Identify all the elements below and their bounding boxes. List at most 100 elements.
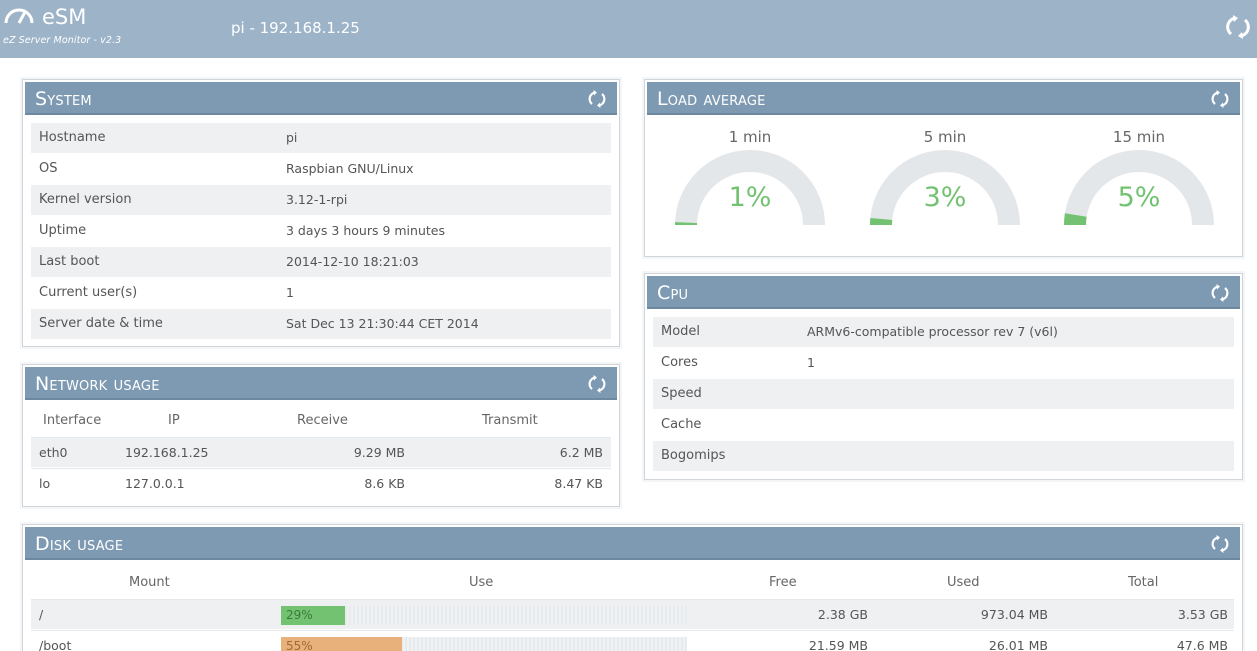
load-panel: Load average 1 min 1% 5 min 3% 15 min 5%: [644, 79, 1243, 257]
network-panel: Network usage Interface IP Receive Trans…: [22, 364, 620, 507]
col-use: Use: [469, 575, 494, 590]
usage-percent: 55%: [286, 639, 313, 651]
table-row: Server date & time Sat Dec 13 21:30:44 CE…: [31, 309, 611, 339]
table-row: Bogomips: [653, 441, 1234, 471]
cpu-panel: Cpu Model ARMv6-compatible processor rev …: [644, 273, 1243, 480]
refresh-icon[interactable]: [587, 89, 607, 109]
table-row: Current user(s) 1: [31, 278, 611, 308]
row-label: Model: [661, 324, 701, 339]
table-row: Kernel version 3.12-1-rpi: [31, 185, 611, 215]
total-cell: 3.53 GB: [1177, 607, 1228, 622]
refresh-icon[interactable]: [1210, 89, 1230, 109]
row-label: Last boot: [39, 254, 100, 269]
row-value: Raspbian GNU/Linux: [286, 161, 414, 176]
row-label: Cache: [661, 417, 702, 432]
table-row: Cache: [653, 410, 1234, 440]
usage-bar: 29%: [281, 606, 687, 625]
receive-cell: 9.29 MB: [353, 445, 405, 460]
refresh-icon[interactable]: [1210, 534, 1230, 554]
mount-cell: /boot: [39, 638, 72, 651]
used-cell: 973.04 MB: [980, 607, 1048, 622]
row-label: Cores: [661, 355, 698, 370]
free-cell: 21.59 MB: [808, 638, 868, 651]
cpu-title: Cpu: [657, 282, 689, 304]
network-header: Network usage: [25, 367, 617, 400]
load-gauge: 1 min 1%: [670, 118, 830, 238]
app-name: eSM: [42, 5, 87, 29]
table-row: Speed: [653, 379, 1234, 409]
host-title: pi - 192.168.1.25: [231, 19, 360, 37]
row-label: Speed: [661, 386, 702, 401]
table-row: /boot 55% 21.59 MB 26.01 MB 47.6 MB: [31, 630, 1234, 651]
ip-cell: 127.0.0.1: [125, 476, 185, 491]
network-title: Network usage: [35, 373, 160, 395]
load-gauge: 15 min 5%: [1059, 118, 1219, 238]
transmit-cell: 6.2 MB: [559, 445, 603, 460]
free-cell: 2.38 GB: [817, 607, 868, 622]
usage-bar: 55%: [281, 637, 687, 651]
transmit-cell: 8.47 KB: [554, 476, 603, 491]
receive-cell: 8.6 KB: [364, 476, 405, 491]
refresh-icon[interactable]: [1210, 283, 1230, 303]
gauge-value: 3%: [923, 182, 967, 213]
disk-header-row: Mount Use Free Used Total: [31, 568, 1234, 598]
col-receive: Receive: [297, 413, 348, 428]
disk-panel: Disk usage Mount Use Free Used Total / 29…: [22, 524, 1243, 651]
col-interface: Interface: [43, 413, 102, 428]
refresh-icon[interactable]: [587, 374, 607, 394]
app-subtitle: eZ Server Monitor - v2.3: [3, 35, 122, 46]
row-value: 3.12-1-rpi: [286, 192, 348, 207]
gauge-label: 5 min: [923, 128, 967, 146]
network-header-row: Interface IP Receive Transmit: [31, 406, 611, 436]
gauge-label: 15 min: [1112, 128, 1166, 146]
table-row: Last boot 2014-12-10 18:21:03: [31, 247, 611, 277]
row-value: pi: [286, 130, 298, 145]
col-used: Used: [947, 575, 980, 590]
table-row: Hostname pi: [31, 123, 611, 153]
row-value: Sat Dec 13 21:30:44 CET 2014: [286, 316, 479, 331]
row-label: Kernel version: [39, 192, 132, 207]
table-row: lo 127.0.0.1 8.6 KB 8.47 KB: [31, 468, 611, 498]
table-row: Uptime 3 days 3 hours 9 minutes: [31, 216, 611, 246]
gauge-value: 1%: [728, 182, 772, 213]
row-label: Hostname: [39, 130, 106, 145]
row-value: 1: [286, 285, 294, 300]
row-value: 3 days 3 hours 9 minutes: [286, 223, 445, 238]
system-title: System: [35, 88, 92, 110]
table-row: Model ARMv6-compatible processor rev 7 (v…: [653, 317, 1234, 347]
system-panel: System Hostname pi OS Raspbian GNU/Linux Ker…: [22, 79, 620, 347]
speedometer-icon: [4, 8, 34, 24]
reload-all-icon[interactable]: [1224, 13, 1252, 41]
table-row: eth0 192.168.1.25 9.29 MB 6.2 MB: [31, 437, 611, 467]
row-label: Uptime: [39, 223, 87, 238]
cpu-header: Cpu: [647, 276, 1240, 309]
load-gauge: 5 min 3%: [865, 118, 1025, 238]
gauge-fill: [1064, 213, 1087, 226]
col-total: Total: [1128, 575, 1159, 590]
interface-cell: lo: [39, 476, 51, 491]
table-row: OS Raspbian GNU/Linux: [31, 154, 611, 184]
ip-cell: 192.168.1.25: [125, 445, 209, 460]
row-value: 1: [807, 355, 815, 370]
system-header: System: [25, 82, 617, 115]
col-free: Free: [769, 575, 797, 590]
disk-header: Disk usage: [25, 527, 1240, 560]
col-ip: IP: [168, 413, 180, 428]
usage-percent: 29%: [286, 608, 313, 622]
row-label: Bogomips: [661, 448, 726, 463]
row-label: Server date & time: [39, 316, 163, 331]
interface-cell: eth0: [39, 445, 68, 460]
row-label: Current user(s): [39, 285, 138, 300]
gauge-value: 5%: [1117, 182, 1161, 213]
top-header: eSM eZ Server Monitor - v2.3 pi - 192.16…: [0, 0, 1257, 58]
load-title: Load average: [657, 88, 766, 110]
table-row: / 29% 2.38 GB 973.04 MB 3.53 GB: [31, 599, 1234, 629]
total-cell: 47.6 MB: [1176, 638, 1228, 651]
disk-title: Disk usage: [35, 533, 124, 555]
row-value: 2014-12-10 18:21:03: [286, 254, 419, 269]
col-transmit: Transmit: [482, 413, 538, 428]
used-cell: 26.01 MB: [988, 638, 1048, 651]
gauge-label: 1 min: [728, 128, 772, 146]
mount-cell: /: [39, 607, 44, 622]
table-row: Cores 1: [653, 348, 1234, 378]
